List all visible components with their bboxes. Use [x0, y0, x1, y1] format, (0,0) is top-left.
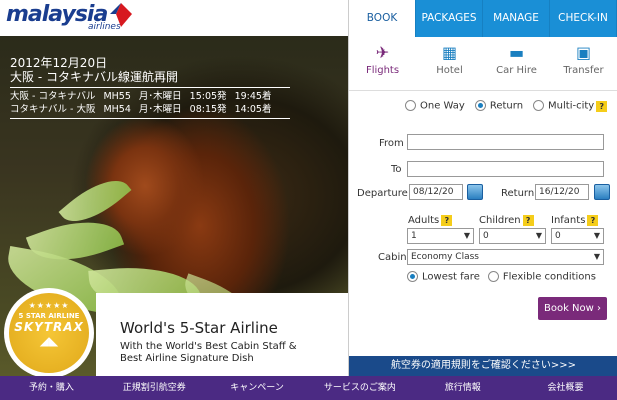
return-label: Return	[501, 188, 535, 199]
children-label: Children?	[479, 215, 534, 226]
plane-icon: ✈	[375, 43, 390, 62]
from-input[interactable]	[407, 134, 604, 150]
route-announcement[interactable]: 2012年12月20日 大阪 - コタキナバル線運航再開 大阪 - コタキナバル…	[10, 56, 290, 121]
radio-multi-city[interactable]: Multi-city?	[533, 100, 608, 112]
mode-flights[interactable]: ✈ Flights	[353, 41, 413, 90]
mode-transfer[interactable]: ▣ Transfer	[554, 41, 614, 90]
chevron-down-icon: ▼	[535, 231, 542, 240]
cabin-select[interactable]: Economy Class ▼	[407, 249, 604, 265]
adults-label: Adults?	[408, 215, 453, 226]
departure-date-input[interactable]: 08/12/20	[409, 184, 463, 200]
calendar-icon[interactable]	[467, 184, 483, 200]
footer-item-travel-info[interactable]: 旅行情報	[411, 376, 514, 400]
bus-icon: ▣	[575, 43, 592, 62]
booking-tabs: BOOK PACKAGES MANAGE CHECK-IN	[349, 0, 617, 37]
mode-hotel[interactable]: ▦ Hotel	[420, 41, 480, 90]
return-date-input[interactable]: 16/12/20	[535, 184, 589, 200]
help-icon: ?	[441, 215, 453, 226]
help-icon: ?	[587, 215, 599, 226]
to-label: To	[391, 164, 402, 175]
chevron-down-icon: ▼	[593, 252, 600, 261]
award-subtitle: With the World's Best Cabin Staff & Best…	[120, 341, 297, 364]
radio-return[interactable]: Return	[474, 100, 523, 112]
radio-lowest-fare[interactable]: Lowest fare	[407, 271, 480, 283]
tab-book[interactable]: BOOK	[349, 0, 416, 37]
travel-modes: ✈ Flights ▦ Hotel ▬ Car Hire ▣ Transfer	[349, 37, 617, 91]
footer-item-services[interactable]: サービスのご案内	[308, 376, 411, 400]
wings-icon: ◢◣	[39, 334, 59, 348]
infants-label: Infants?	[551, 215, 599, 226]
book-now-button[interactable]: Book Now ›	[538, 297, 607, 320]
announcement-date: 2012年12月20日	[10, 56, 108, 70]
booking-widget: BOOK PACKAGES MANAGE CHECK-IN ✈ Flights …	[348, 0, 617, 376]
chevron-down-icon: ▼	[463, 231, 470, 240]
skytrax-badge: ★★★★★ 5 STAR AIRLINE SKYTRAX ◢◣	[4, 288, 94, 376]
logo[interactable]: malaysia airlines	[0, 0, 348, 36]
schedule-row: 大阪 - コタキナバル MH55 月･木曜日 15:05発 19:45着	[10, 91, 272, 102]
tab-packages[interactable]: PACKAGES	[416, 0, 483, 37]
tab-manage[interactable]: MANAGE	[483, 0, 550, 37]
kite-logo-icon	[110, 3, 132, 27]
announcement-title: 大阪 - コタキナバル線運航再開	[10, 70, 178, 84]
schedule-row: コタキナバル - 大阪 MH54 月･木曜日 08:15発 14:05着	[10, 104, 272, 115]
children-select[interactable]: 0 ▼	[479, 228, 546, 244]
hotel-icon: ▦	[441, 43, 458, 62]
calendar-icon[interactable]	[594, 184, 610, 200]
car-icon: ▬	[508, 43, 525, 62]
to-input[interactable]	[407, 161, 604, 177]
radio-flexible[interactable]: Flexible conditions	[487, 271, 596, 283]
chevron-down-icon: ▼	[593, 231, 600, 240]
departure-label: Departure	[357, 188, 408, 199]
tab-checkin[interactable]: CHECK-IN	[550, 0, 617, 37]
infants-select[interactable]: 0 ▼	[551, 228, 604, 244]
help-icon: ?	[522, 215, 534, 226]
cabin-label: Cabin	[378, 252, 407, 263]
footer-nav: 予約・購入 正規割引航空券 キャンペーン サービスのご案内 旅行情報 会社概要	[0, 376, 617, 400]
mode-car-hire[interactable]: ▬ Car Hire	[487, 41, 547, 90]
fare-options: Lowest fare Flexible conditions	[407, 271, 596, 283]
adults-select[interactable]: 1 ▼	[407, 228, 474, 244]
award-banner[interactable]: World's 5-Star Airline With the World's …	[96, 293, 348, 376]
stars-icon: ★★★★★	[28, 301, 70, 310]
footer-item-discount[interactable]: 正規割引航空券	[103, 376, 206, 400]
fare-rules-link[interactable]: 航空券の適用規則をご確認ください>>>	[349, 356, 617, 376]
from-label: From	[379, 138, 404, 149]
footer-item-campaign[interactable]: キャンペーン	[206, 376, 309, 400]
award-title: World's 5-Star Airline	[120, 319, 278, 337]
radio-one-way[interactable]: One Way	[405, 100, 465, 112]
help-icon[interactable]: ?	[596, 100, 608, 112]
footer-item-company[interactable]: 会社概要	[514, 376, 617, 400]
promo-panel: malaysia airlines 2012年12月20日 大阪 - コタキナバ…	[0, 0, 348, 376]
footer-item-booking[interactable]: 予約・購入	[0, 376, 103, 400]
trip-type: One Way Return Multi-city?	[405, 100, 608, 112]
